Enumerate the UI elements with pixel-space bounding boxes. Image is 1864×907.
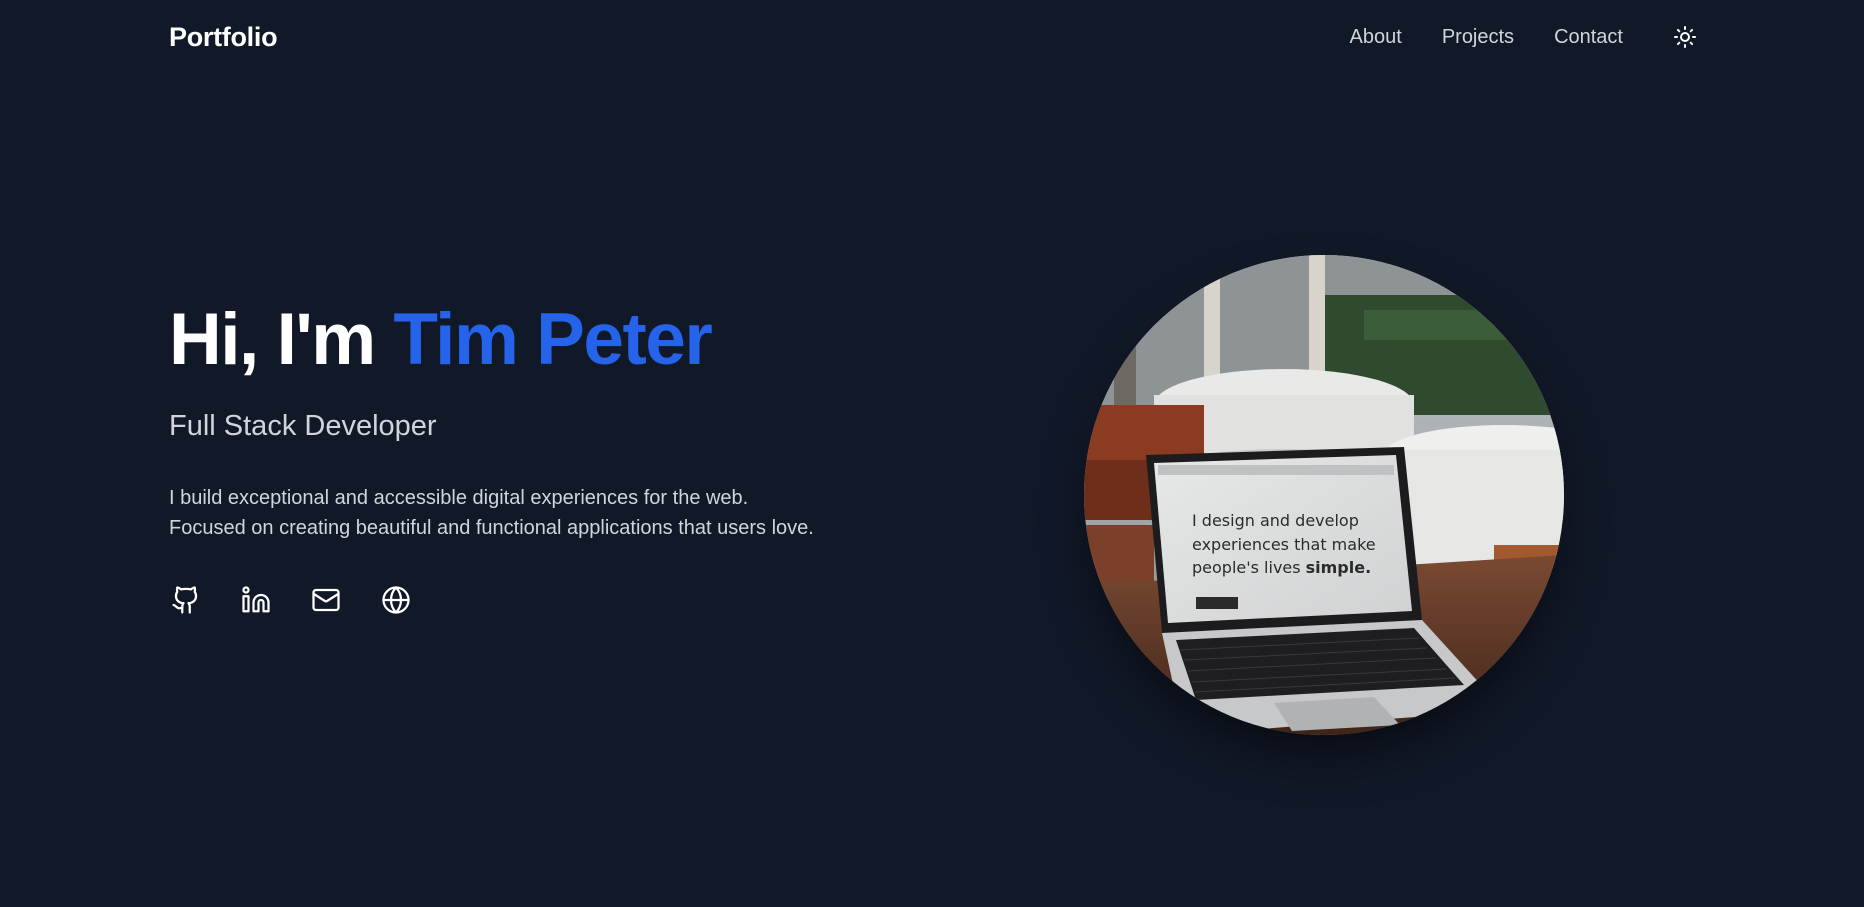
hero-headline: Hi, I'm Tim Peter	[169, 299, 849, 380]
svg-text:people's livessimple.: people's lives simple.	[1192, 558, 1371, 577]
hero-section: Hi, I'm Tim Peter Full Stack Developer I…	[169, 299, 849, 617]
github-link[interactable]	[169, 583, 203, 617]
social-links	[169, 583, 849, 617]
github-icon	[172, 586, 198, 614]
greeting-text: Hi, I'm	[169, 299, 394, 380]
hero-name: Tim Peter	[393, 299, 712, 380]
email-link[interactable]	[309, 583, 343, 617]
screen-text-line1: I design and develop	[1192, 511, 1359, 530]
hero-role: Full Stack Developer	[169, 410, 437, 443]
top-nav: Portfolio About Projects Contact	[169, 0, 1699, 74]
screen-text-line2: experiences that make	[1192, 535, 1376, 554]
nav-links: About Projects Contact	[1350, 23, 1699, 51]
linkedin-link[interactable]	[239, 583, 273, 617]
nav-link-projects[interactable]: Projects	[1442, 26, 1514, 49]
linkedin-icon	[242, 586, 270, 613]
website-link[interactable]	[379, 583, 413, 617]
screen-text-line3: people's lives	[1192, 558, 1301, 577]
screen-text-bold: simple.	[1306, 558, 1372, 577]
globe-icon	[382, 586, 410, 614]
laptop-cafe-image: I design and develop experiences that ma…	[1084, 255, 1564, 735]
nav-link-contact[interactable]: Contact	[1554, 26, 1623, 49]
nav-link-about[interactable]: About	[1350, 26, 1402, 49]
page: Portfolio About Projects Contact Hi, I'm…	[0, 0, 1864, 907]
brand-logo[interactable]: Portfolio	[169, 22, 278, 53]
theme-toggle-button[interactable]	[1671, 23, 1699, 51]
sun-icon	[1674, 26, 1696, 48]
profile-photo: I design and develop experiences that ma…	[1084, 255, 1564, 735]
hero-bio: I build exceptional and accessible digit…	[169, 487, 814, 540]
mail-icon	[312, 589, 340, 612]
